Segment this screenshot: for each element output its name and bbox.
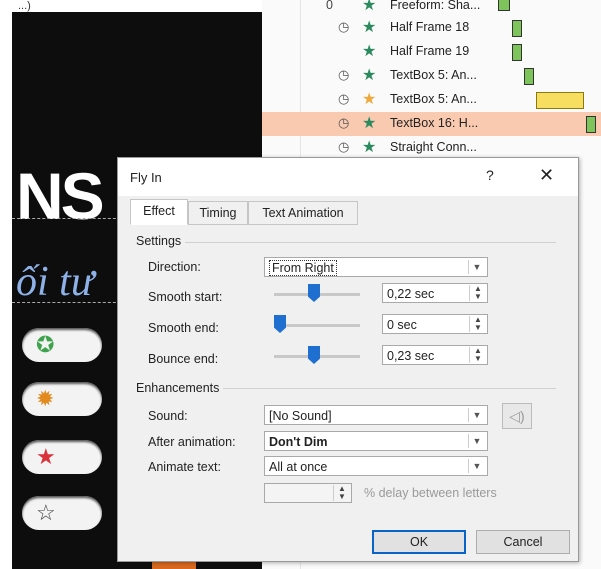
star-icon: ★ [362, 19, 377, 36]
spin-arrows-icon[interactable]: ▲ ▼ [333, 485, 350, 501]
star-icon: ★ [362, 43, 377, 60]
sound-label: Sound: [148, 409, 188, 423]
tab-effect[interactable]: Effect [130, 199, 188, 225]
clock-icon: ◷ [338, 19, 350, 34]
burst-star-icon: ✹ [36, 386, 55, 411]
speaker-icon[interactable]: ◁) [502, 403, 532, 429]
smooth-start-value: 0,22 sec [387, 287, 435, 301]
direction-value: From Right [269, 260, 337, 276]
row-name: Half Frame 18 [390, 20, 470, 34]
timeline-bar[interactable] [498, 0, 510, 11]
close-button[interactable]: ✕ [539, 165, 554, 186]
row-name: Freeform: Sha... [390, 0, 481, 12]
chevron-down-icon: ▼ [468, 408, 485, 422]
clock-icon: ◷ [338, 67, 350, 82]
after-animation-value: Don't Dim [269, 435, 328, 449]
settings-divider [138, 242, 556, 243]
bounce-end-spinner[interactable]: 0,23 sec ▲ ▼ [382, 345, 488, 365]
clock-icon: ◷ [338, 91, 350, 106]
smooth-start-spinner[interactable]: 0,22 sec ▲ ▼ [382, 283, 488, 303]
outline-star-icon: ☆ [36, 500, 56, 525]
smooth-end-slider[interactable] [274, 324, 360, 327]
chevron-down-icon: ▼ [468, 260, 485, 274]
spin-arrows-icon[interactable]: ▲ ▼ [469, 347, 486, 363]
star-pill[interactable]: ☆ [22, 496, 102, 530]
green-star-icon: ✪ [36, 332, 55, 357]
star-icon: ★ [362, 139, 377, 156]
dialog-titlebar[interactable]: Fly In ? ✕ [118, 158, 578, 196]
sound-select[interactable]: [No Sound] ▼ [264, 405, 488, 425]
help-button[interactable]: ? [486, 167, 494, 183]
animate-text-label: Animate text: [148, 460, 221, 474]
row-name: TextBox 5: An... [390, 92, 477, 106]
direction-label: Direction: [148, 260, 201, 274]
fly-in-dialog: Fly In ? ✕ Effect Timing Text Animation … [117, 157, 579, 562]
delay-spinner[interactable]: ▲ ▼ [264, 483, 352, 503]
slide-script-text: ối tư [16, 259, 94, 305]
smooth-start-slider-thumb[interactable] [308, 284, 320, 302]
animation-row[interactable]: ★ Half Frame 19 [262, 40, 601, 64]
after-animation-label: After animation: [148, 435, 236, 449]
star-icon: ★ [362, 115, 377, 132]
smooth-end-slider-thumb[interactable] [274, 315, 286, 333]
settings-group-label: Settings [136, 234, 186, 248]
row-name: TextBox 5: An... [390, 68, 477, 82]
tab-timing[interactable]: Timing [188, 201, 248, 225]
spin-arrows-icon[interactable]: ▲ ▼ [469, 316, 486, 332]
star-icon: ★ [362, 0, 377, 14]
smooth-end-spinner[interactable]: 0 sec ▲ ▼ [382, 314, 488, 334]
star-pill[interactable]: ✪ [22, 328, 102, 362]
timeline-bar[interactable] [586, 116, 596, 133]
tab-text-animation[interactable]: Text Animation [248, 201, 358, 225]
slide-heading: NS [16, 159, 105, 233]
timeline-bar[interactable] [512, 20, 522, 37]
slide-top-text: ...) [18, 0, 31, 12]
sound-value: [No Sound] [269, 409, 332, 423]
ok-button[interactable]: OK [372, 530, 466, 554]
clock-icon: ◷ [338, 139, 350, 154]
animation-row-selected[interactable]: ◷ ★ TextBox 16: H... [262, 112, 601, 136]
animation-row[interactable]: ◷ ★ TextBox 5: An... [262, 88, 601, 112]
star-icon: ★ [362, 91, 377, 108]
animate-text-value: All at once [269, 460, 328, 474]
animation-row[interactable]: ◷ ★ TextBox 5: An... [262, 64, 601, 88]
timeline-bar[interactable] [512, 44, 522, 61]
smooth-end-value: 0 sec [387, 318, 417, 332]
delay-label: % delay between letters [364, 486, 497, 500]
row-name: Half Frame 19 [390, 44, 470, 58]
clock-icon: ◷ [338, 115, 350, 130]
enhancements-group-label: Enhancements [136, 381, 224, 395]
row-number: 0 [326, 0, 333, 12]
bounce-end-value: 0,23 sec [387, 349, 435, 363]
chevron-down-icon: ▼ [468, 434, 485, 448]
after-animation-select[interactable]: Don't Dim ▼ [264, 431, 488, 451]
row-name: TextBox 16: H... [390, 116, 479, 130]
star-pill[interactable]: ✹ [22, 382, 102, 416]
bounce-end-label: Bounce end: [148, 352, 219, 366]
animate-text-select[interactable]: All at once ▼ [264, 456, 488, 476]
dialog-title: Fly In [130, 170, 162, 185]
animation-row[interactable]: ◷ ★ Half Frame 18 [262, 16, 601, 40]
direction-select[interactable]: From Right ▼ [264, 257, 488, 277]
spin-arrows-icon[interactable]: ▲ ▼ [469, 285, 486, 301]
star-pill[interactable]: ★ [22, 440, 102, 474]
smooth-end-label: Smooth end: [148, 321, 219, 335]
chevron-down-icon: ▼ [468, 459, 485, 473]
star-icon: ★ [362, 67, 377, 84]
bounce-end-slider-thumb[interactable] [308, 346, 320, 364]
smooth-start-label: Smooth start: [148, 290, 223, 304]
red-star-icon: ★ [36, 444, 56, 469]
row-name: Straight Conn... [390, 140, 477, 154]
timeline-bar[interactable] [524, 68, 534, 85]
cancel-button[interactable]: Cancel [476, 530, 570, 554]
timeline-bar[interactable] [536, 92, 584, 109]
